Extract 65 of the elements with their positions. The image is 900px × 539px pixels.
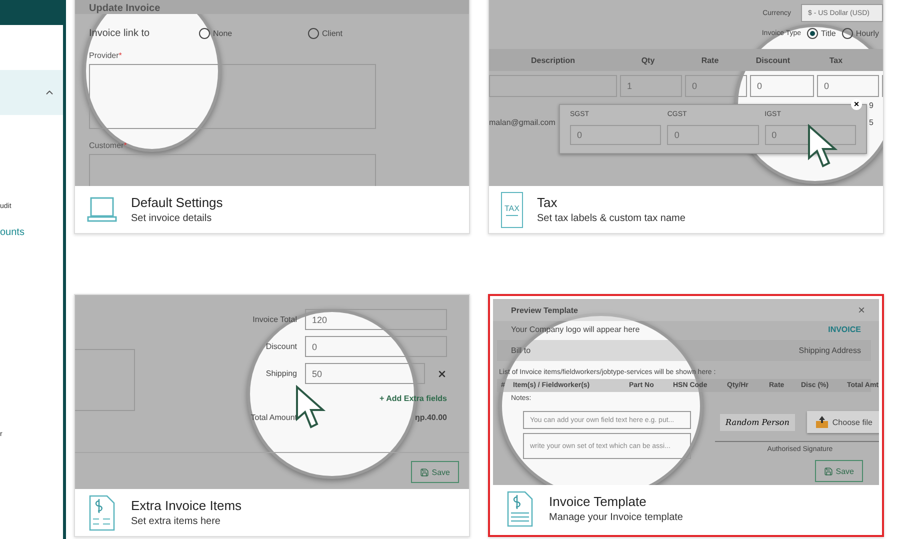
radio-option[interactable]: Title [807, 28, 836, 39]
dollar-document-icon [505, 490, 535, 526]
save-icon [824, 466, 833, 476]
table-input[interactable]: 0 [817, 75, 879, 97]
bill-to-label: Bill to [511, 346, 531, 355]
radio-option[interactable]: None [199, 28, 302, 39]
close-button[interactable]: × [858, 303, 865, 317]
column-header: Qty [640, 56, 656, 64]
column-header: Rate [700, 56, 720, 64]
choose-file-button[interactable]: Choose file [807, 411, 879, 433]
amount-input[interactable]: 120 [305, 309, 447, 330]
settings-card[interactable]: Invoice Total 120 Discount 0 Shipping 50 + Add Extra fields Total Amount ŋp.40.00 Save Extra Invoice Items Set extra items here [74, 294, 470, 537]
radio-option[interactable]: Hourly [842, 28, 879, 39]
field-label: Shipping [264, 369, 297, 378]
total-amount: ŋp.40.00 [414, 413, 447, 422]
table-cell-text: 5 [869, 118, 874, 127]
sidebar-item[interactable]: ounts [0, 227, 63, 239]
table-input[interactable]: 0 [750, 75, 814, 97]
field-label: Invoice link to [89, 28, 151, 39]
card-subtitle: Set tax labels & custom tax name [537, 213, 686, 224]
settings-card[interactable] [488, 294, 884, 537]
remove-icon[interactable] [437, 368, 447, 378]
table-cell-text: 9 [869, 101, 874, 110]
card-subtitle: Set invoice details [131, 213, 213, 224]
column-header: Description [530, 56, 576, 64]
email-text: malan@gmail.com [489, 118, 556, 127]
card-subtitle: Set extra items here [131, 516, 222, 527]
shipping-label: Shipping Address [798, 346, 861, 355]
radio-option[interactable]: Client [308, 28, 411, 39]
save-button[interactable]: Save [410, 461, 459, 483]
card-title: Default Settings [131, 195, 223, 210]
text-area[interactable] [89, 154, 376, 186]
settings-card[interactable]: Update Invoice Invoice link to None Client Provider* Customer* Default Settings Set invoice details [74, 0, 470, 234]
field-label: Invoice Total [252, 315, 297, 324]
dollar-document-icon [87, 494, 117, 530]
signature-image: Random Person [720, 414, 796, 430]
card-title: Invoice Template [549, 494, 648, 509]
tax-input[interactable]: 0 [570, 125, 662, 145]
table-input[interactable] [489, 75, 617, 97]
field-label: Discount [264, 342, 297, 351]
modal-title: Update Invoice [89, 3, 160, 14]
amount-input[interactable]: 0 [305, 336, 447, 357]
text-area[interactable] [89, 64, 376, 129]
field-label: Customer* [89, 141, 128, 150]
modal-title: Preview Template [511, 306, 578, 314]
pointer-cursor-icon [295, 385, 327, 429]
invoice-label: INVOICE [828, 325, 861, 334]
table-input[interactable]: 1 [620, 75, 682, 97]
add-fields-link[interactable]: + Add Extra fields [380, 394, 447, 403]
tax-input[interactable]: 0 [667, 125, 759, 145]
text-area[interactable] [75, 349, 135, 411]
column-header: Tax [828, 56, 844, 64]
card-subtitle: Manage your Invoice template [549, 512, 683, 523]
amount-input[interactable]: 50 [305, 363, 425, 384]
card-title: Extra Invoice Items [131, 498, 242, 513]
card-title: Tax [537, 195, 558, 210]
pointer-cursor-icon [807, 124, 839, 168]
field-label: Provider* [89, 51, 123, 60]
save-button[interactable]: Save [814, 460, 863, 482]
upload-box-icon [815, 416, 830, 428]
column-header: Discount [754, 56, 792, 64]
table-input[interactable]: 0 [685, 75, 747, 97]
field-label: Total Amount [250, 413, 297, 422]
save-icon [420, 468, 429, 476]
tax-document-icon: TAX [501, 192, 523, 228]
